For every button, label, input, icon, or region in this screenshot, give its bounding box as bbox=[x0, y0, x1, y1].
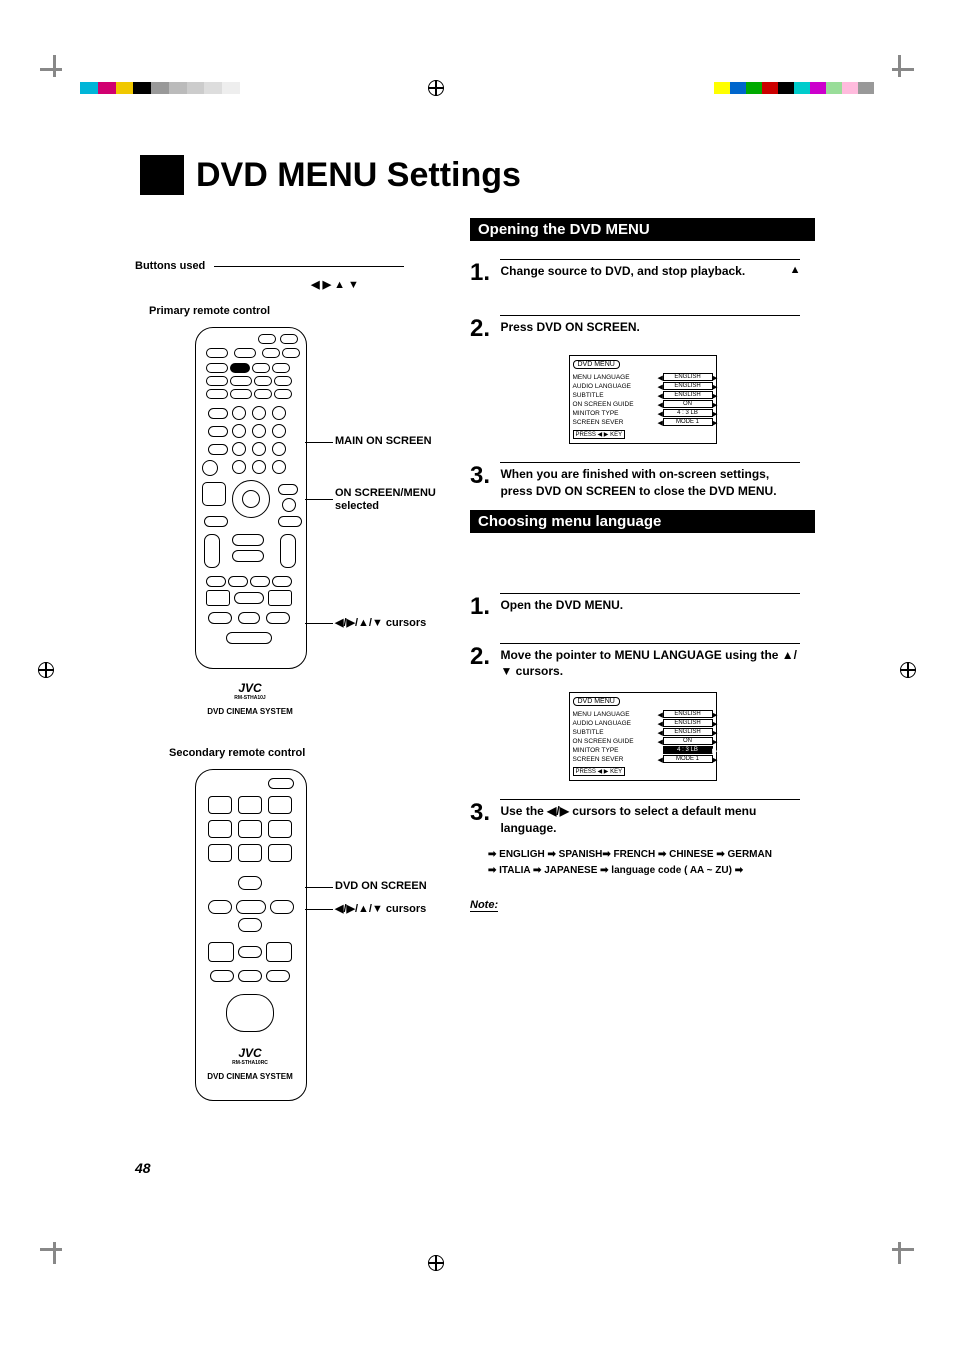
osd-row-label: SCREEN SEVER bbox=[573, 419, 638, 426]
registration-mark-left bbox=[38, 662, 54, 678]
note-label: Note: bbox=[470, 899, 498, 912]
crop-mark bbox=[53, 1242, 56, 1264]
osd-row-label: MINITOR TYPE bbox=[573, 747, 638, 754]
osd-row-value: ENGLISH◀▶ bbox=[663, 719, 713, 727]
osd-row-value: ON◀▶ bbox=[663, 737, 713, 745]
step-2-2-text: Move the pointer to MENU LANGUAGE using … bbox=[500, 643, 800, 681]
remote-model-1: RM-STHA10J bbox=[195, 695, 305, 701]
step-1-3: 3. When you are finished with on-screen … bbox=[470, 462, 815, 500]
osd-row: SUBTITLE ENGLISH◀▶ bbox=[573, 728, 713, 736]
osd-row-label: SUBTITLE bbox=[573, 729, 638, 736]
osd-row: SCREEN SEVER MODE 1◀▶ bbox=[573, 755, 713, 763]
osd-row-value: 4 : 3 LB◀▶ bbox=[663, 409, 713, 417]
step-2-2: 2. Move the pointer to MENU LANGUAGE usi… bbox=[470, 643, 815, 681]
osd-row: MINITOR TYPE 4 : 3 LB◀▶ bbox=[573, 409, 713, 417]
osd-row-label: MENU LANGUAGE bbox=[573, 374, 638, 381]
registration-mark-top bbox=[428, 80, 444, 96]
language-sequence-2: ➡ ITALIA ➡ JAPANESE ➡ language code ( AA… bbox=[488, 863, 815, 879]
cmyk-bar-left bbox=[80, 82, 240, 94]
osd-row: AUDIO LANGUAGE ENGLISH◀▶ bbox=[573, 719, 713, 727]
step-1-2-text: Press DVD ON SCREEN. bbox=[500, 315, 800, 336]
crop-mark bbox=[892, 68, 914, 71]
eject-icon: ▲ bbox=[790, 263, 801, 278]
callout-main-on-screen: MAIN ON SCREEN bbox=[335, 435, 445, 447]
osd-row-label: MINITOR TYPE bbox=[573, 410, 638, 417]
osd-row-value: ENGLISH◀▶ bbox=[663, 710, 713, 718]
registration-mark-bottom bbox=[428, 1255, 444, 1271]
osd-dvd-menu-1: DVD MENU MENU LANGUAGEENGLISH◀▶AUDIO LAN… bbox=[569, 355, 717, 444]
right-column: Opening the DVD MENU 1. Change source to… bbox=[470, 218, 815, 913]
crop-mark bbox=[40, 68, 62, 71]
osd-footer: PRESS ◀ ▶ KEY bbox=[573, 430, 626, 439]
primary-remote-label: Primary remote control bbox=[149, 305, 435, 317]
language-sequence-1: ➡ ENGLIGH ➡ SPANISH➡ FRENCH ➡ CHINESE ➡ … bbox=[488, 847, 815, 863]
registration-mark-right bbox=[900, 662, 916, 678]
step-1-3-text: When you are finished with on-screen set… bbox=[500, 462, 800, 500]
step-2-3-text: Use the ◀/▶ cursors to select a default … bbox=[500, 799, 800, 837]
osd-row: SCREEN SEVER MODE 1◀▶ bbox=[573, 418, 713, 426]
osd-row: SUBTITLE ENGLISH◀▶ bbox=[573, 391, 713, 399]
osd-row: ON SCREEN GUIDE ON◀▶ bbox=[573, 400, 713, 408]
secondary-remote-label: Secondary remote control bbox=[169, 747, 435, 759]
osd-row-value: ENGLISH◀▶ bbox=[663, 382, 713, 390]
osd-row-value: 4 : 3 LB◀▶ bbox=[663, 746, 713, 754]
crop-mark bbox=[40, 1248, 62, 1251]
osd-row-label: AUDIO LANGUAGE bbox=[573, 720, 638, 727]
osd-footer-2: PRESS ◀ ▶ KEY bbox=[573, 767, 626, 776]
step-1-1-text: Change source to DVD, and stop playback. bbox=[500, 264, 745, 278]
page-title: DVD MENU Settings bbox=[196, 156, 521, 195]
remote-brand-1: JVC bbox=[195, 681, 305, 695]
remote-brand-2: JVC bbox=[195, 1046, 305, 1060]
crop-mark bbox=[898, 1242, 901, 1264]
crop-mark bbox=[898, 55, 901, 77]
osd-row-label: SUBTITLE bbox=[573, 392, 638, 399]
crop-mark bbox=[892, 1248, 914, 1251]
buttons-used-label: Buttons used bbox=[135, 260, 205, 272]
osd-row-label: SCREEN SEVER bbox=[573, 756, 638, 763]
crop-mark bbox=[53, 55, 56, 77]
callout-on-screen-menu: ON SCREEN/MENU selected bbox=[335, 487, 445, 513]
osd-row-value: ON◀▶ bbox=[663, 400, 713, 408]
cmyk-bar-right bbox=[714, 82, 874, 94]
document-page: { "page_number": "48", "title": "DVD MEN… bbox=[0, 0, 954, 1351]
step-1-1: 1. Change source to DVD, and stop playba… bbox=[470, 259, 815, 287]
callout-cursors-2: ◀/▶/▲/▼ cursors bbox=[335, 902, 445, 915]
language-sequence: ➡ ENGLIGH ➡ SPANISH➡ FRENCH ➡ CHINESE ➡ … bbox=[488, 847, 815, 879]
callout-dvd-on-screen: DVD ON SCREEN bbox=[335, 880, 445, 892]
osd-row-label: AUDIO LANGUAGE bbox=[573, 383, 638, 390]
osd-row: MINITOR TYPE 4 : 3 LB◀▶ bbox=[573, 746, 713, 754]
remote-model-2: RM-STHA10RC bbox=[195, 1060, 305, 1066]
osd-row-label: MENU LANGUAGE bbox=[573, 711, 638, 718]
remote-system-1: DVD CINEMA SYSTEM bbox=[195, 707, 305, 716]
page-number: 48 bbox=[135, 1160, 151, 1176]
osd-row: AUDIO LANGUAGE ENGLISH◀▶ bbox=[573, 382, 713, 390]
osd-dvd-menu-2: DVD MENU MENU LANGUAGEENGLISH◀▶AUDIO LAN… bbox=[569, 692, 717, 781]
callout-cursors-1: ◀/▶/▲/▼ cursors bbox=[335, 616, 445, 629]
step-2-1-text: Open the DVD MENU. bbox=[500, 593, 800, 614]
title-square-icon bbox=[140, 155, 184, 195]
osd-title-2: DVD MENU bbox=[573, 697, 620, 706]
osd-row-value: ENGLISH◀▶ bbox=[663, 728, 713, 736]
osd-row-value: MODE 1◀▶ bbox=[663, 418, 713, 426]
osd-row-label: ON SCREEN GUIDE bbox=[573, 738, 638, 745]
osd-row: MENU LANGUAGE ENGLISH◀▶ bbox=[573, 373, 713, 381]
osd-row: ON SCREEN GUIDE ON◀▶ bbox=[573, 737, 713, 745]
osd-row-value: MODE 1◀▶ bbox=[663, 755, 713, 763]
cursor-symbol-glyphs: ◀ ▶ ▲ ▼ bbox=[235, 278, 435, 291]
remote-system-2: DVD CINEMA SYSTEM bbox=[195, 1072, 305, 1081]
page-title-block: DVD MENU Settings bbox=[140, 155, 521, 195]
osd-row-value: ENGLISH◀▶ bbox=[663, 391, 713, 399]
step-2-3: 3. Use the ◀/▶ cursors to select a defau… bbox=[470, 799, 815, 837]
left-column: Buttons used ◀ ▶ ▲ ▼ Primary remote cont… bbox=[135, 260, 435, 1129]
osd-row-label: ON SCREEN GUIDE bbox=[573, 401, 638, 408]
step-1-2: 2. Press DVD ON SCREEN. bbox=[470, 315, 815, 343]
section-opening-dvd-menu: Opening the DVD MENU bbox=[470, 218, 815, 241]
section-choosing-menu-language: Choosing menu language bbox=[470, 510, 815, 533]
primary-remote-diagram bbox=[195, 327, 307, 669]
step-2-1: 1. Open the DVD MENU. bbox=[470, 593, 815, 621]
osd-title: DVD MENU bbox=[573, 360, 620, 369]
osd-row-value: ENGLISH◀▶ bbox=[663, 373, 713, 381]
osd-row: MENU LANGUAGE ENGLISH◀▶ bbox=[573, 710, 713, 718]
